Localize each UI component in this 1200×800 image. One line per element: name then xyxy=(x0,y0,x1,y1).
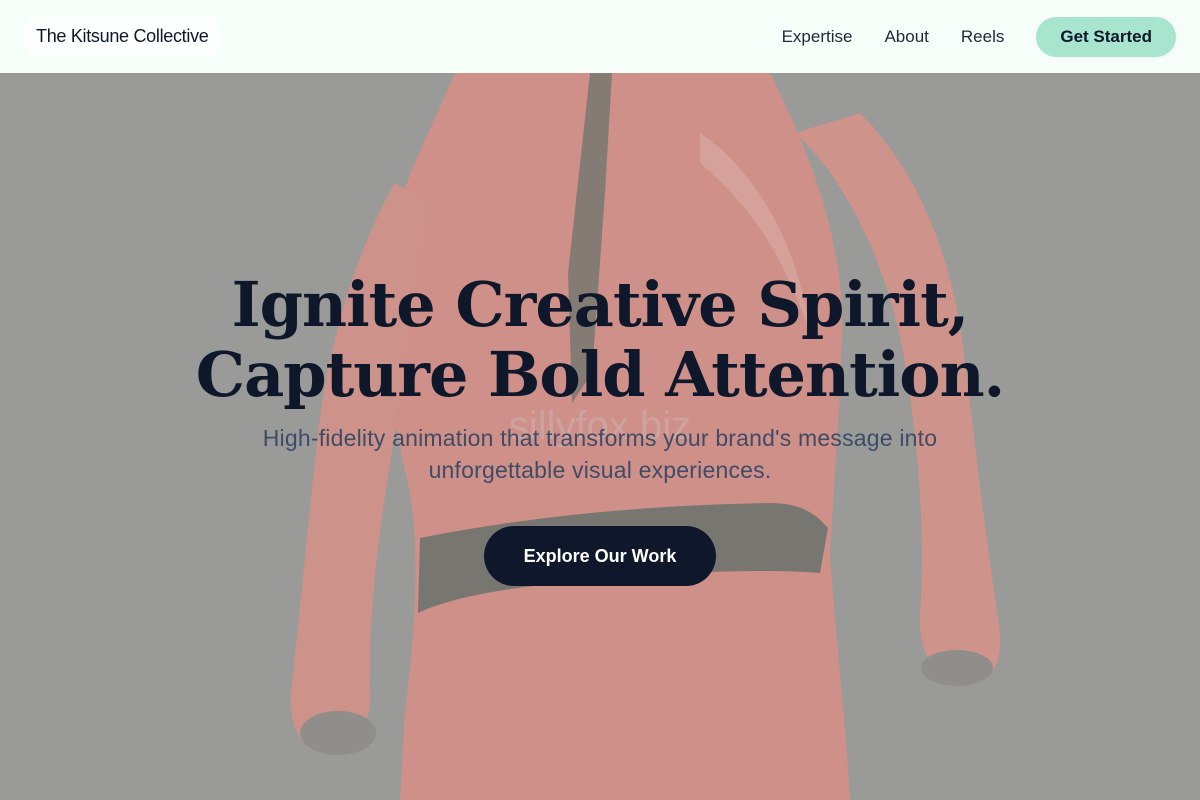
hero-section: sillyfox.biz Ignite Creative Spirit, Cap… xyxy=(0,73,1200,800)
explore-our-work-button[interactable]: Explore Our Work xyxy=(483,526,717,586)
main-nav: Expertise About Reels Get Started xyxy=(782,16,1176,57)
hero-title: Ignite Creative Spirit, Capture Bold Att… xyxy=(0,270,1200,410)
get-started-button[interactable]: Get Started xyxy=(1036,16,1176,57)
page: The Kitsune Collective Expertise About R… xyxy=(0,0,1200,800)
site-header: The Kitsune Collective Expertise About R… xyxy=(0,0,1200,73)
hero-subtitle: High-fidelity animation that transforms … xyxy=(262,425,938,483)
brand-logo-link[interactable]: The Kitsune Collective xyxy=(24,16,221,57)
nav-link-expertise[interactable]: Expertise xyxy=(782,27,853,47)
hero-title-line-2: Capture Bold Attention. xyxy=(195,338,1006,411)
hero-content: Ignite Creative Spirit, Capture Bold Att… xyxy=(0,270,1200,586)
nav-link-reels[interactable]: Reels xyxy=(961,27,1004,47)
hero-title-line-1: Ignite Creative Spirit, xyxy=(231,268,970,341)
nav-link-about[interactable]: About xyxy=(884,27,928,47)
